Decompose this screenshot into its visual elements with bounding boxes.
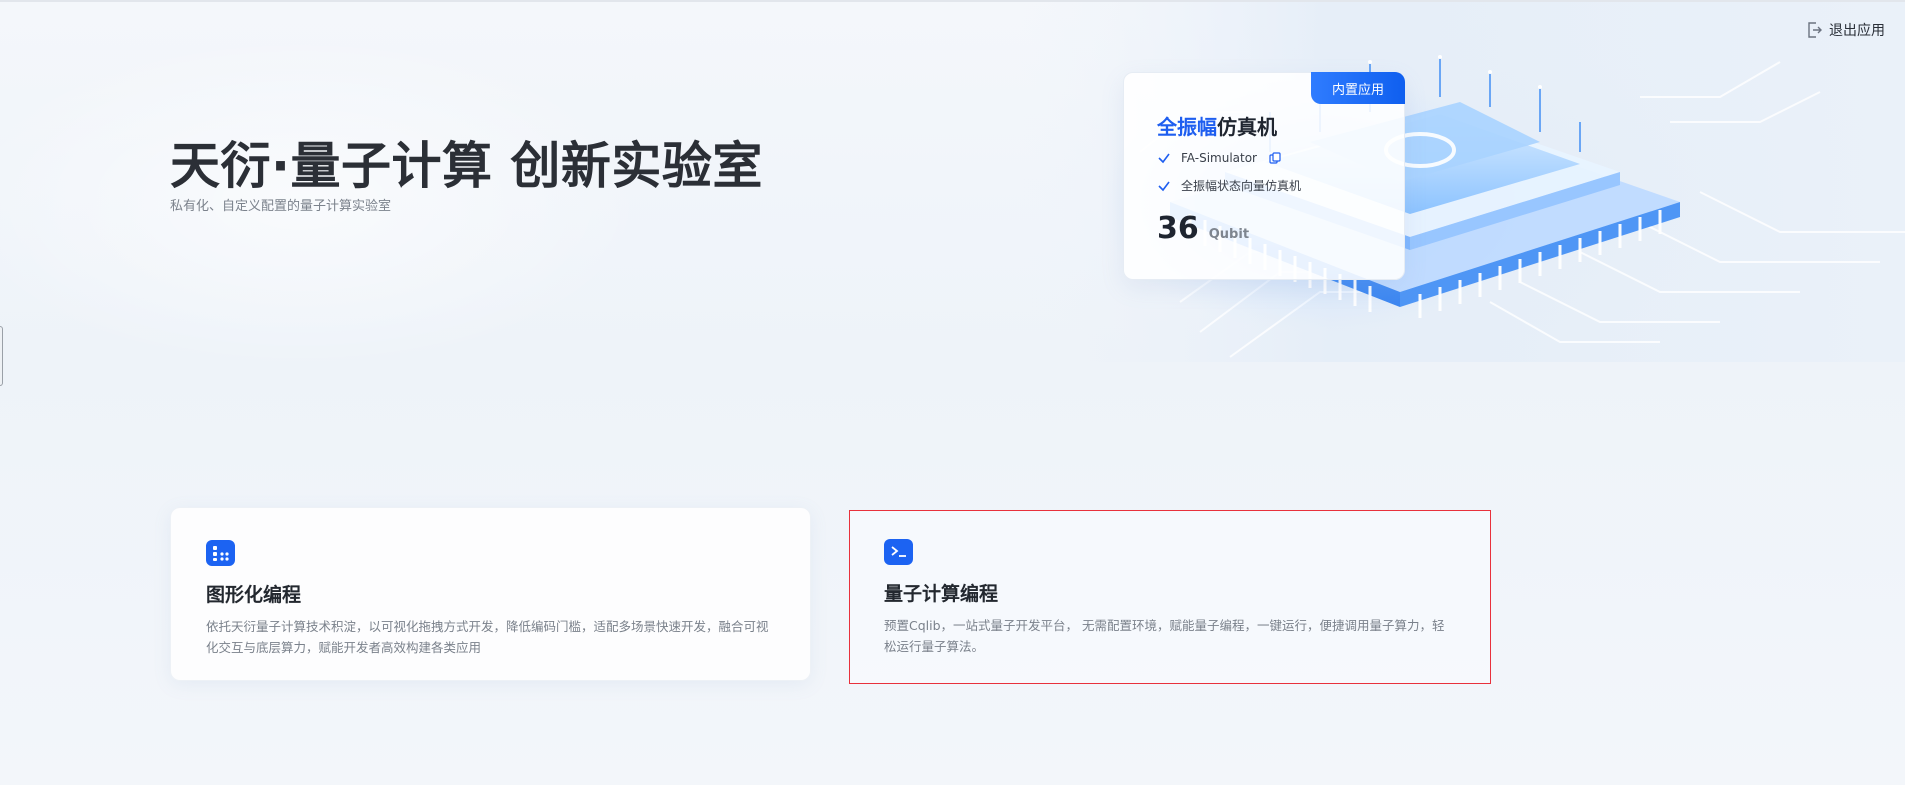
card-title: 量子计算编程 (884, 583, 999, 605)
side-drawer-handle[interactable] (0, 326, 3, 386)
simulator-card[interactable]: 内置应用 全振幅仿真机 FA-Simulator 全振幅状态向量仿真机 36 Q… (1123, 72, 1405, 280)
exit-app-label: 退出应用 (1829, 23, 1885, 39)
grid-blocks-icon (206, 540, 235, 566)
page-title: 天衍·量子计算 创新实验室 (170, 137, 763, 195)
copy-icon[interactable] (1269, 152, 1281, 164)
logout-icon (1807, 21, 1823, 39)
simulator-title-rest: 仿真机 (1217, 115, 1277, 139)
simulator-title: 全振幅仿真机 (1157, 111, 1277, 140)
graphical-programming-card[interactable]: 图形化编程 依托天衍量子计算技术积淀，以可视化拖拽方式开发，降低编码门槛，适配多… (170, 507, 811, 681)
check-icon (1157, 151, 1171, 165)
qubit-number: 36 (1157, 211, 1199, 246)
qubit-count: 36 Qubit (1157, 211, 1249, 246)
quantum-programming-card[interactable]: 量子计算编程 预置Cqlib，一站式量子开发平台， 无需配置环境，赋能量子编程，… (849, 510, 1491, 684)
qubit-unit: Qubit (1208, 227, 1250, 242)
feature-item: 全振幅状态向量仿真机 (1157, 177, 1301, 194)
app-page: 退出应用 天衍·量子计算 创新实验室 私有化、自定义配置的量子计算实验室 内置应… (0, 0, 1905, 785)
feature-item: FA-Simulator (1157, 151, 1281, 165)
card-title: 图形化编程 (206, 584, 302, 606)
terminal-icon (884, 539, 913, 565)
page-subtitle: 私有化、自定义配置的量子计算实验室 (170, 199, 392, 214)
feature-label: 全振幅状态向量仿真机 (1181, 179, 1302, 193)
exit-app-button[interactable]: 退出应用 (1807, 20, 1885, 40)
simulator-title-highlight: 全振幅 (1157, 115, 1217, 139)
card-description: 依托天衍量子计算技术积淀，以可视化拖拽方式开发，降低编码门槛，适配多场景快速开发… (206, 619, 769, 655)
builtin-app-badge: 内置应用 (1311, 72, 1405, 104)
feature-label: FA-Simulator (1181, 151, 1257, 165)
check-icon (1157, 179, 1171, 193)
card-description: 预置Cqlib，一站式量子开发平台， 无需配置环境，赋能量子编程，一键运行，便捷… (884, 618, 1445, 654)
